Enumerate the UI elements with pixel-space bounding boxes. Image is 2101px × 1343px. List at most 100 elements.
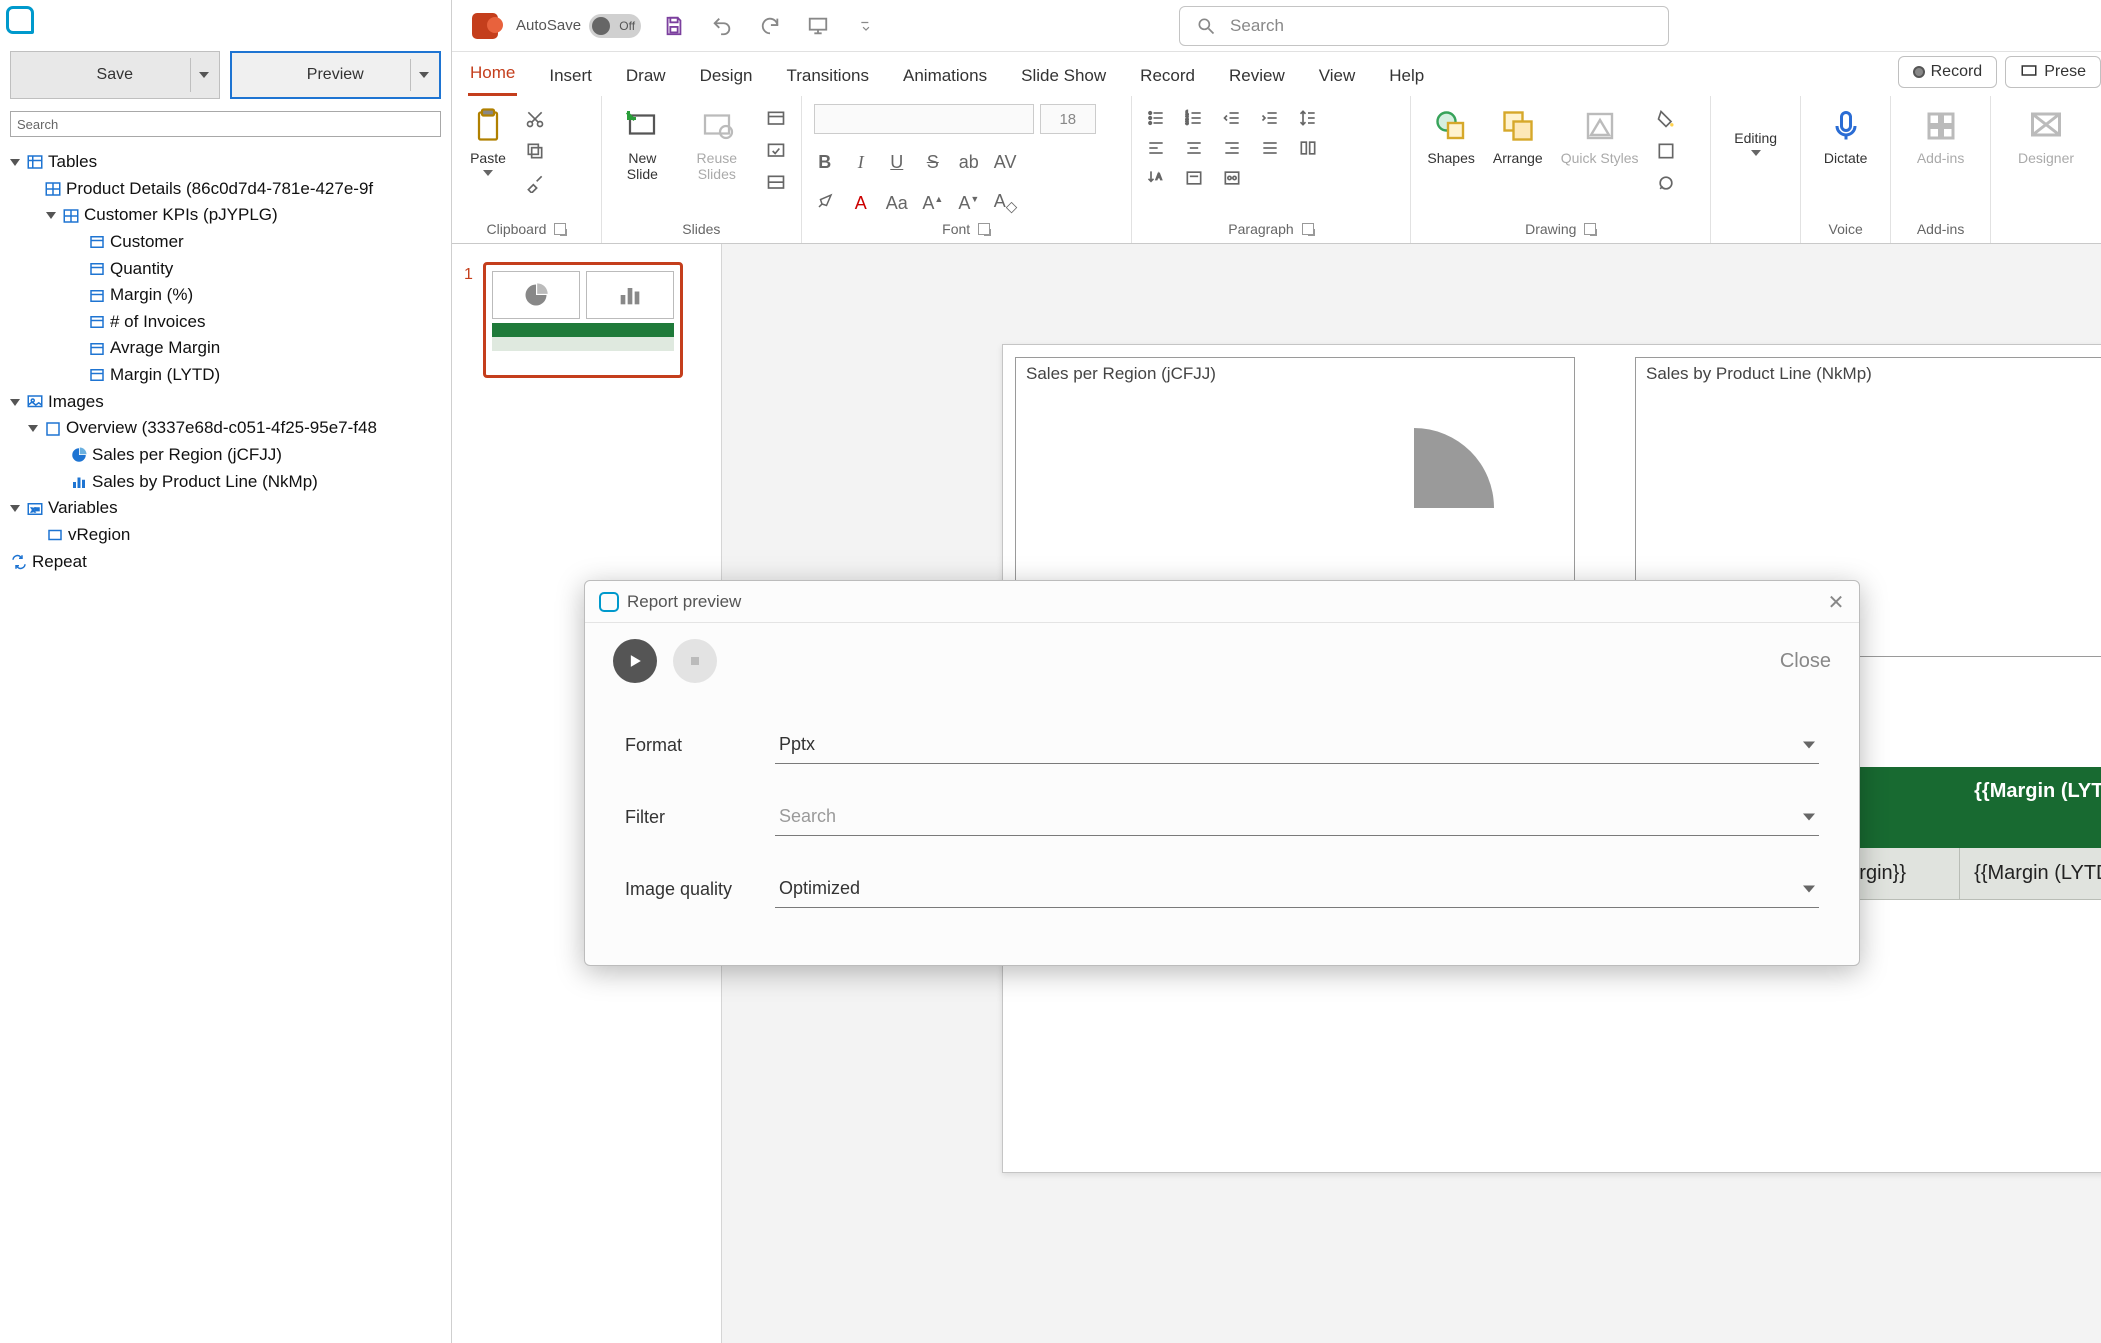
shrink-font-button[interactable]: A▼ xyxy=(958,193,980,214)
stop-button[interactable] xyxy=(673,639,717,683)
cut-icon[interactable] xyxy=(522,108,548,130)
tab-help[interactable]: Help xyxy=(1387,58,1426,96)
indent-decrease-button[interactable] xyxy=(1220,108,1244,128)
italic-button[interactable]: I xyxy=(850,152,872,173)
tree-node-col-customer[interactable]: Customer xyxy=(10,229,447,256)
tab-record[interactable]: Record xyxy=(1138,58,1197,96)
tab-transitions[interactable]: Transitions xyxy=(784,58,871,96)
tab-review[interactable]: Review xyxy=(1227,58,1287,96)
reuse-slides-button[interactable]: Reuse Slides xyxy=(681,104,753,184)
justify-button[interactable] xyxy=(1258,138,1282,158)
section-icon[interactable] xyxy=(763,172,789,194)
shape-fill-icon[interactable] xyxy=(1653,108,1679,130)
strikethrough-button[interactable]: S xyxy=(922,152,944,173)
redo-icon[interactable] xyxy=(755,11,785,41)
new-slide-button[interactable]: New Slide xyxy=(614,104,671,184)
dialog-launcher-icon[interactable] xyxy=(1302,223,1314,235)
chevron-down-icon[interactable] xyxy=(199,72,209,78)
tree-node-images[interactable]: Images xyxy=(10,389,447,416)
dialog-close-x-button[interactable]: ✕ xyxy=(1823,589,1849,615)
editing-button[interactable]: Editing xyxy=(1730,104,1781,158)
quality-select[interactable]: Optimized xyxy=(775,870,1819,908)
tab-design[interactable]: Design xyxy=(698,58,755,96)
tab-draw[interactable]: Draw xyxy=(624,58,668,96)
align-right-button[interactable] xyxy=(1220,138,1244,158)
bold-button[interactable]: B xyxy=(814,152,836,173)
paste-button[interactable]: Paste xyxy=(464,104,512,178)
shape-effects-icon[interactable] xyxy=(1653,172,1679,194)
align-left-button[interactable] xyxy=(1144,138,1168,158)
numbering-button[interactable]: 123 xyxy=(1182,108,1206,128)
tree-node-col-invoices[interactable]: # of Invoices xyxy=(10,309,447,336)
tab-insert[interactable]: Insert xyxy=(547,58,594,96)
font-color-button[interactable]: A xyxy=(850,193,872,214)
char-spacing-button[interactable]: AV xyxy=(994,152,1016,173)
tree-node-sales-product[interactable]: Sales by Product Line (NkMp) xyxy=(10,469,447,496)
shape-outline-icon[interactable] xyxy=(1653,140,1679,162)
indent-increase-button[interactable] xyxy=(1258,108,1282,128)
quick-styles-button[interactable]: Quick Styles xyxy=(1557,104,1643,168)
sidebar-search-input[interactable]: Search xyxy=(10,111,441,137)
bullets-button[interactable] xyxy=(1144,108,1168,128)
tree-node-product-details[interactable]: Product Details (86c0d7d4-781e-427e-9f xyxy=(10,176,447,203)
play-button[interactable] xyxy=(613,639,657,683)
shadow-button[interactable]: ab xyxy=(958,152,980,173)
undo-icon[interactable] xyxy=(707,11,737,41)
chevron-down-icon[interactable] xyxy=(419,72,429,78)
dialog-launcher-icon[interactable] xyxy=(978,223,990,235)
tree-node-customer-kpis[interactable]: Customer KPIs (pJYPLG) xyxy=(10,202,447,229)
layout-icon[interactable] xyxy=(763,108,789,130)
arrange-button[interactable]: Arrange xyxy=(1489,104,1547,168)
preview-button[interactable]: Preview xyxy=(230,51,442,99)
toggle-switch[interactable]: Off xyxy=(589,14,641,38)
tree-node-col-margin-pct[interactable]: Margin (%) xyxy=(10,282,447,309)
tab-slideshow[interactable]: Slide Show xyxy=(1019,58,1108,96)
autosave-toggle[interactable]: AutoSave Off xyxy=(516,14,641,38)
change-case-button[interactable]: Aa xyxy=(886,193,908,214)
text-direction-button[interactable]: A xyxy=(1144,168,1168,188)
thumbnail-1[interactable]: 1 xyxy=(464,262,709,378)
addins-button[interactable]: Add-ins xyxy=(1913,104,1968,168)
tree-node-overview[interactable]: Overview (3337e68d-c051-4f25-95e7-f48 xyxy=(10,415,447,442)
smartart-button[interactable] xyxy=(1220,168,1244,188)
record-button[interactable]: Record xyxy=(1898,56,1998,88)
save-button[interactable]: Save xyxy=(10,51,220,99)
tree-node-col-quantity[interactable]: Quantity xyxy=(10,256,447,283)
filter-select[interactable]: Search xyxy=(775,798,1819,836)
present-from-start-icon[interactable] xyxy=(803,11,833,41)
dialog-launcher-icon[interactable] xyxy=(554,223,566,235)
columns-button[interactable] xyxy=(1296,138,1320,158)
tab-animations[interactable]: Animations xyxy=(901,58,989,96)
present-button[interactable]: Prese xyxy=(2005,56,2101,88)
font-size-select[interactable]: 18 xyxy=(1040,104,1096,134)
align-text-button[interactable] xyxy=(1182,168,1206,188)
highlight-button[interactable] xyxy=(814,192,836,215)
reset-icon[interactable] xyxy=(763,140,789,162)
line-spacing-button[interactable] xyxy=(1296,108,1320,128)
save-icon[interactable] xyxy=(659,11,689,41)
tree-node-variables[interactable]: x= Variables xyxy=(10,495,447,522)
underline-button[interactable]: U xyxy=(886,152,908,173)
dictate-button[interactable]: Dictate xyxy=(1820,104,1872,168)
tree-node-tables[interactable]: Tables xyxy=(10,149,447,176)
tab-home[interactable]: Home xyxy=(468,55,517,96)
tree-node-sales-region[interactable]: Sales per Region (jCFJJ) xyxy=(10,442,447,469)
dialog-launcher-icon[interactable] xyxy=(1584,223,1596,235)
grow-font-button[interactable]: A▲ xyxy=(922,193,944,214)
tree-node-repeat[interactable]: Repeat xyxy=(10,549,447,576)
qat-more-icon[interactable] xyxy=(851,11,881,41)
format-select[interactable]: Pptx xyxy=(775,726,1819,764)
font-family-select[interactable] xyxy=(814,104,1034,134)
tell-me-search[interactable]: Search xyxy=(1179,6,1669,46)
tab-view[interactable]: View xyxy=(1317,58,1358,96)
shapes-button[interactable]: Shapes xyxy=(1423,104,1478,168)
tree-node-col-avg-margin[interactable]: Avrage Margin xyxy=(10,335,447,362)
format-painter-icon[interactable] xyxy=(522,172,548,194)
copy-icon[interactable] xyxy=(522,140,548,162)
tree-node-vregion[interactable]: vRegion xyxy=(10,522,447,549)
tree-node-col-margin-lytd[interactable]: Margin (LYTD) xyxy=(10,362,447,389)
align-center-button[interactable] xyxy=(1182,138,1206,158)
clear-formatting-button[interactable]: A◇ xyxy=(994,191,1016,216)
designer-button[interactable]: Designer xyxy=(2014,104,2078,168)
dialog-close-button[interactable]: Close xyxy=(1780,650,1831,673)
